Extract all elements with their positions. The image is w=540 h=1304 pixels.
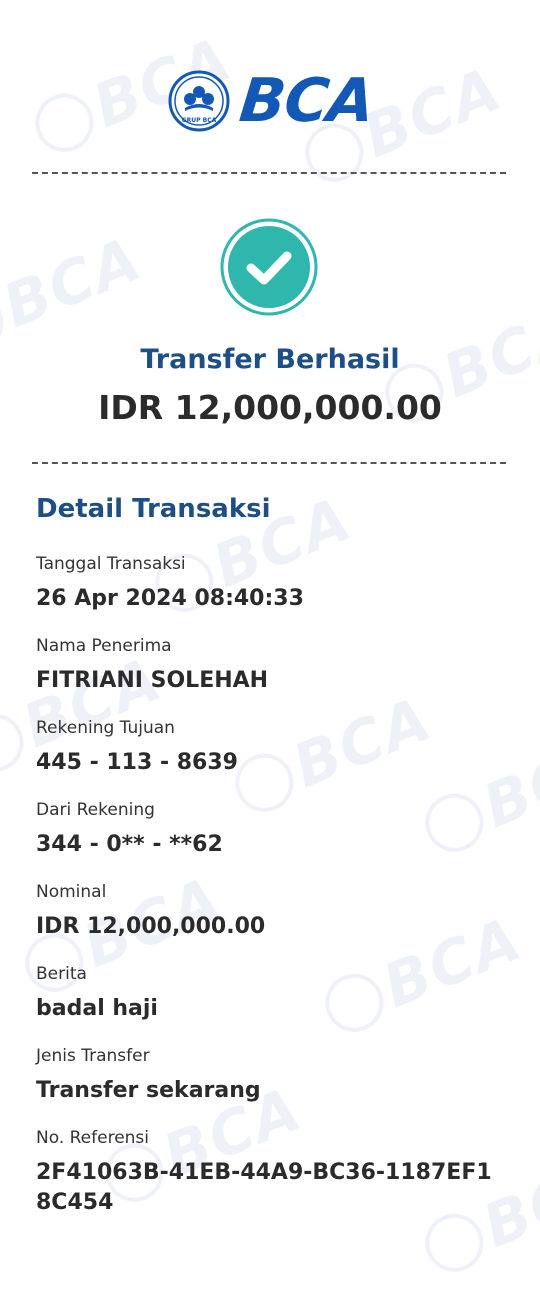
bca-emblem-icon: GRUP BCA (168, 70, 230, 132)
detail-row-amount: Nominal IDR 12,000,000.00 (36, 880, 504, 962)
check-circle-icon (220, 218, 318, 316)
transaction-details: Tanggal Transaksi 26 Apr 2024 08:40:33 N… (36, 552, 504, 1215)
detail-value: 2F41063B-41EB-44A9-BC36-1187EF18C454 (36, 1160, 492, 1215)
detail-row-destination-account: Rekening Tujuan 445 - 113 - 8639 (36, 716, 504, 798)
detail-value: 344 - 0** - **62 (36, 832, 223, 857)
detail-value: 445 - 113 - 8639 (36, 750, 238, 775)
detail-value: badal haji (36, 996, 158, 1021)
detail-label: Berita (36, 964, 87, 984)
detail-label: Nominal (36, 882, 107, 902)
detail-row-date: Tanggal Transaksi 26 Apr 2024 08:40:33 (36, 552, 504, 634)
detail-row-message: Berita badal haji (36, 962, 504, 1044)
emblem-caption: GRUP BCA (182, 117, 217, 124)
detail-row-recipient: Nama Penerima FITRIANI SOLEHAH (36, 634, 504, 716)
detail-row-reference: No. Referensi 2F41063B-41EB-44A9-BC36-11… (36, 1126, 504, 1215)
detail-row-transfer-type: Jenis Transfer Transfer sekarang (36, 1044, 504, 1126)
brand-wordmark: BCA (236, 66, 377, 136)
section-title: Detail Transaksi (36, 494, 271, 524)
detail-label: Rekening Tujuan (36, 718, 175, 738)
divider-top (32, 172, 506, 174)
detail-label: Jenis Transfer (36, 1046, 150, 1066)
detail-label: Dari Rekening (36, 800, 155, 820)
detail-label: No. Referensi (36, 1128, 150, 1148)
status-amount: IDR 12,000,000.00 (98, 388, 442, 427)
divider-middle (32, 462, 506, 464)
detail-label: Nama Penerima (36, 636, 172, 656)
detail-value: FITRIANI SOLEHAH (36, 668, 269, 693)
status-title: Transfer Berhasil (140, 344, 400, 375)
detail-row-source-account: Dari Rekening 344 - 0** - **62 (36, 798, 504, 880)
detail-label: Tanggal Transaksi (36, 554, 186, 574)
detail-value: 26 Apr 2024 08:40:33 (36, 586, 304, 611)
detail-value: Transfer sekarang (36, 1078, 261, 1103)
detail-value: IDR 12,000,000.00 (36, 914, 266, 939)
bca-logo: GRUP BCA BCA (168, 66, 377, 136)
